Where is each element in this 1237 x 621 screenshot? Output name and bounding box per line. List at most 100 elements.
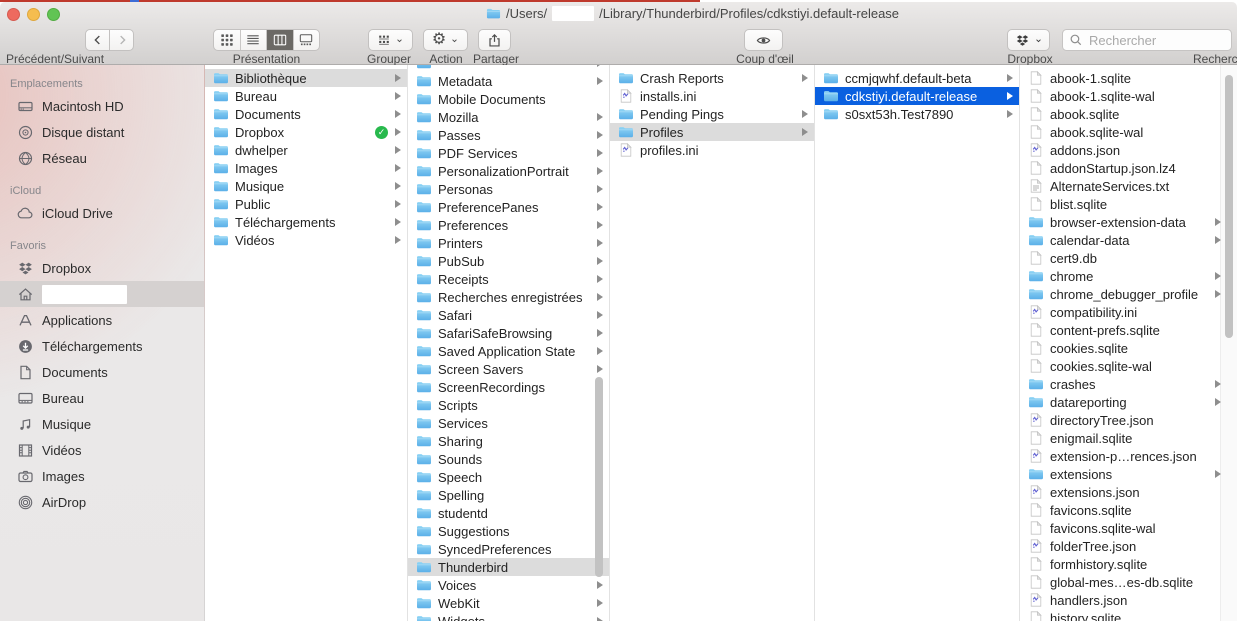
- sidebar-item[interactable]: Téléchargements: [0, 333, 204, 359]
- file-row[interactable]: Téléchargements: [205, 213, 407, 231]
- file-row[interactable]: favicons.sqlite-wal: [1020, 519, 1237, 537]
- sidebar-item[interactable]: Images: [0, 463, 204, 489]
- file-row[interactable]: abook-1.sqlite-wal: [1020, 87, 1237, 105]
- sidebar-item[interactable]: Macintosh HD: [0, 93, 204, 119]
- view-as-list-button[interactable]: [241, 30, 267, 50]
- sidebar-item[interactable]: Vidéos: [0, 437, 204, 463]
- file-row[interactable]: crashes: [1020, 375, 1237, 393]
- file-row[interactable]: Public: [205, 195, 407, 213]
- file-row[interactable]: Thunderbird: [408, 558, 609, 576]
- sidebar-item[interactable]: Documents: [0, 359, 204, 385]
- file-row[interactable]: addons.json: [1020, 141, 1237, 159]
- file-row[interactable]: Musique: [205, 177, 407, 195]
- file-row[interactable]: extension-p…rences.json: [1020, 447, 1237, 465]
- dropbox-toolbar-button[interactable]: [1007, 29, 1050, 51]
- sidebar-item[interactable]: Bureau: [0, 385, 204, 411]
- file-row[interactable]: Mobile Documents: [408, 90, 609, 108]
- file-row[interactable]: compatibility.ini: [1020, 303, 1237, 321]
- file-row[interactable]: Images: [205, 159, 407, 177]
- file-row[interactable]: installs.ini: [610, 87, 814, 105]
- minimize-window-button[interactable]: [27, 8, 40, 21]
- file-row[interactable]: Profiles: [610, 123, 814, 141]
- file-row[interactable]: Sharing: [408, 432, 609, 450]
- view-as-gallery-button[interactable]: [294, 30, 320, 50]
- file-row[interactable]: history.sqlite: [1020, 609, 1237, 621]
- quicklook-button[interactable]: [744, 29, 783, 51]
- sidebar-item[interactable]: Dropbox: [0, 255, 204, 281]
- file-row[interactable]: Safari: [408, 306, 609, 324]
- file-row[interactable]: global-mes…es-db.sqlite: [1020, 573, 1237, 591]
- file-row[interactable]: abook-1.sqlite: [1020, 69, 1237, 87]
- file-row[interactable]: content-prefs.sqlite: [1020, 321, 1237, 339]
- sidebar-item[interactable]: AirDrop: [0, 489, 204, 515]
- file-row[interactable]: PreferencePanes: [408, 198, 609, 216]
- file-row[interactable]: Widgets: [408, 612, 609, 621]
- file-row[interactable]: datareporting: [1020, 393, 1237, 411]
- back-button[interactable]: [85, 29, 110, 51]
- file-row[interactable]: s0sxt53h.Test7890: [815, 105, 1019, 123]
- file-row[interactable]: Scripts: [408, 396, 609, 414]
- file-row[interactable]: Mozilla: [408, 108, 609, 126]
- search-field[interactable]: [1062, 29, 1232, 51]
- file-row[interactable]: calendar-data: [1020, 231, 1237, 249]
- file-row[interactable]: Sounds: [408, 450, 609, 468]
- sidebar-item[interactable]: Applications: [0, 307, 204, 333]
- file-row[interactable]: Metadata: [408, 72, 609, 90]
- file-row[interactable]: browser-extension-data: [1020, 213, 1237, 231]
- file-row[interactable]: blist.sqlite: [1020, 195, 1237, 213]
- file-row[interactable]: Printers: [408, 234, 609, 252]
- file-row[interactable]: addonStartup.json.lz4: [1020, 159, 1237, 177]
- file-row[interactable]: cdkstiyi.default-release: [815, 87, 1019, 105]
- search-input[interactable]: [1087, 31, 1225, 49]
- file-row[interactable]: Vidéos: [205, 231, 407, 249]
- file-row[interactable]: Passes: [408, 126, 609, 144]
- file-row[interactable]: ccmjqwhf.default-beta: [815, 69, 1019, 87]
- file-row[interactable]: Recherches enregistrées: [408, 288, 609, 306]
- file-row[interactable]: Receipts: [408, 270, 609, 288]
- group-button[interactable]: [368, 29, 413, 51]
- file-row[interactable]: WebKit: [408, 594, 609, 612]
- file-row[interactable]: SyncedPreferences: [408, 540, 609, 558]
- file-row[interactable]: extensions.json: [1020, 483, 1237, 501]
- profile-column-scrollbar[interactable]: [1225, 75, 1233, 338]
- file-row[interactable]: dwhelper: [205, 141, 407, 159]
- file-row[interactable]: Spelling: [408, 486, 609, 504]
- sidebar-item[interactable]: Musique: [0, 411, 204, 437]
- file-row[interactable]: Speech: [408, 468, 609, 486]
- file-row[interactable]: Voices: [408, 576, 609, 594]
- file-row[interactable]: Suggestions: [408, 522, 609, 540]
- file-row[interactable]: Crash Reports: [610, 69, 814, 87]
- file-row[interactable]: Personas: [408, 180, 609, 198]
- file-row[interactable]: Documents: [205, 105, 407, 123]
- file-row[interactable]: folderTree.json: [1020, 537, 1237, 555]
- file-row[interactable]: extensions: [1020, 465, 1237, 483]
- file-row[interactable]: Pending Pings: [610, 105, 814, 123]
- file-row[interactable]: [408, 65, 609, 72]
- file-row[interactable]: formhistory.sqlite: [1020, 555, 1237, 573]
- file-row[interactable]: Saved Application State: [408, 342, 609, 360]
- file-row[interactable]: profiles.ini: [610, 141, 814, 159]
- file-row[interactable]: ScreenRecordings: [408, 378, 609, 396]
- file-row[interactable]: abook.sqlite: [1020, 105, 1237, 123]
- share-button[interactable]: [478, 29, 511, 51]
- file-row[interactable]: Services: [408, 414, 609, 432]
- file-row[interactable]: PDF Services: [408, 144, 609, 162]
- file-row[interactable]: favicons.sqlite: [1020, 501, 1237, 519]
- view-as-columns-button[interactable]: [267, 30, 294, 50]
- view-as-icons-button[interactable]: [214, 30, 241, 50]
- file-row[interactable]: SafariSafeBrowsing: [408, 324, 609, 342]
- file-row[interactable]: Bibliothèque: [205, 69, 407, 87]
- file-row[interactable]: enigmail.sqlite: [1020, 429, 1237, 447]
- file-row[interactable]: PersonalizationPortrait: [408, 162, 609, 180]
- file-row[interactable]: chrome: [1020, 267, 1237, 285]
- file-row[interactable]: cookies.sqlite: [1020, 339, 1237, 357]
- file-row[interactable]: abook.sqlite-wal: [1020, 123, 1237, 141]
- file-row[interactable]: cert9.db: [1020, 249, 1237, 267]
- sidebar-item[interactable]: iCloud Drive: [0, 200, 204, 226]
- zoom-window-button[interactable]: [47, 8, 60, 21]
- forward-button[interactable]: [109, 29, 134, 51]
- library-column-scrollbar[interactable]: [595, 377, 603, 577]
- sidebar-item[interactable]: Réseau: [0, 145, 204, 171]
- action-button[interactable]: ⚙: [423, 29, 468, 51]
- folder-proxy-icon[interactable]: [486, 6, 501, 21]
